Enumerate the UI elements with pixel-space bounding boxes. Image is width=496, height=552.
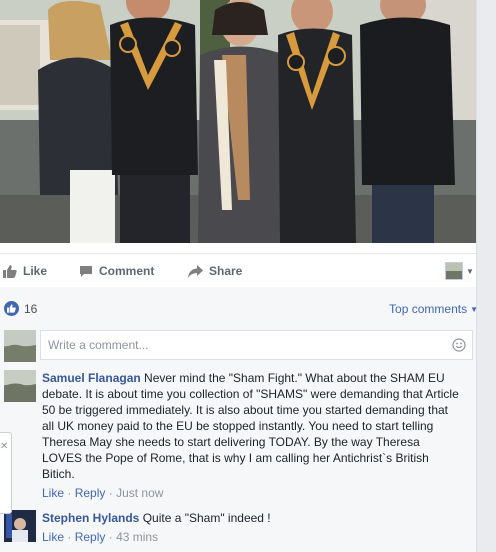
comment-reply-link[interactable]: Reply <box>75 486 106 500</box>
share-as-selector[interactable]: ▼ <box>445 254 474 288</box>
separator: · <box>108 530 117 544</box>
smiley-icon[interactable] <box>452 338 466 352</box>
comment-actions: Like · Reply · Just now <box>42 486 163 500</box>
chevron-down-icon: ▼ <box>470 304 478 314</box>
page-avatar <box>445 262 463 280</box>
comment-like-link[interactable]: Like <box>42 530 64 544</box>
comment-reply-link[interactable]: Reply <box>75 530 106 544</box>
like-reaction-icon <box>4 301 19 316</box>
separator: · <box>67 486 75 500</box>
like-label: Like <box>23 264 48 278</box>
reaction-count: 16 <box>24 301 38 316</box>
comment-button[interactable]: Comment <box>79 254 154 288</box>
comment-timestamp[interactable]: 43 mins <box>116 530 158 544</box>
comment-author[interactable]: Stephen Hylands <box>42 511 139 525</box>
hover-panel-edge[interactable]: ✕ <box>0 432 12 514</box>
like-button[interactable]: Like <box>3 254 47 288</box>
current-user-avatar <box>4 330 36 362</box>
post-photo[interactable] <box>0 0 476 243</box>
comment-like-link[interactable]: Like <box>42 486 64 500</box>
comment-text: Quite a "Sham" indeed ! <box>142 511 271 525</box>
share-icon <box>188 264 203 278</box>
comment-input[interactable]: Write a comment... <box>40 330 473 360</box>
separator: · <box>67 530 75 544</box>
comment-body: Stephen Hylands Quite a "Sham" indeed ! <box>42 510 462 526</box>
comment-author[interactable]: Samuel Flanagan <box>42 371 141 385</box>
comment-actions: Like · Reply · 43 mins <box>42 530 158 544</box>
like-icon <box>3 264 17 278</box>
comment-sort-dropdown[interactable]: Top comments ▼ <box>389 302 478 316</box>
separator: · <box>108 486 117 500</box>
comment-input-placeholder: Write a comment... <box>48 338 149 352</box>
commenter-avatar[interactable] <box>4 370 36 402</box>
share-label: Share <box>209 264 243 278</box>
post-actions-bar: Like Comment Share ▼ <box>0 253 476 289</box>
comments-section: 16 Top comments ▼ Write a comment... Sam… <box>0 287 478 552</box>
chevron-down-icon: ▼ <box>466 266 474 276</box>
reactions-summary[interactable]: 16 <box>4 301 37 316</box>
comment-body: Samuel Flanagan Never mind the "Sham Fig… <box>42 370 462 482</box>
share-button[interactable]: Share <box>188 254 242 288</box>
comment-timestamp[interactable]: Just now <box>116 486 163 500</box>
commenter-avatar[interactable] <box>4 510 36 542</box>
comment-label: Comment <box>99 264 155 278</box>
comment-icon <box>80 265 92 277</box>
comment-text: Never mind the "Sham Fight." What about … <box>42 371 459 481</box>
close-icon[interactable]: ✕ <box>0 441 8 452</box>
post-card: Like Comment Share ▼ 16 Top comments ▼ W… <box>0 0 478 552</box>
comment-sort-label: Top comments <box>389 302 468 316</box>
